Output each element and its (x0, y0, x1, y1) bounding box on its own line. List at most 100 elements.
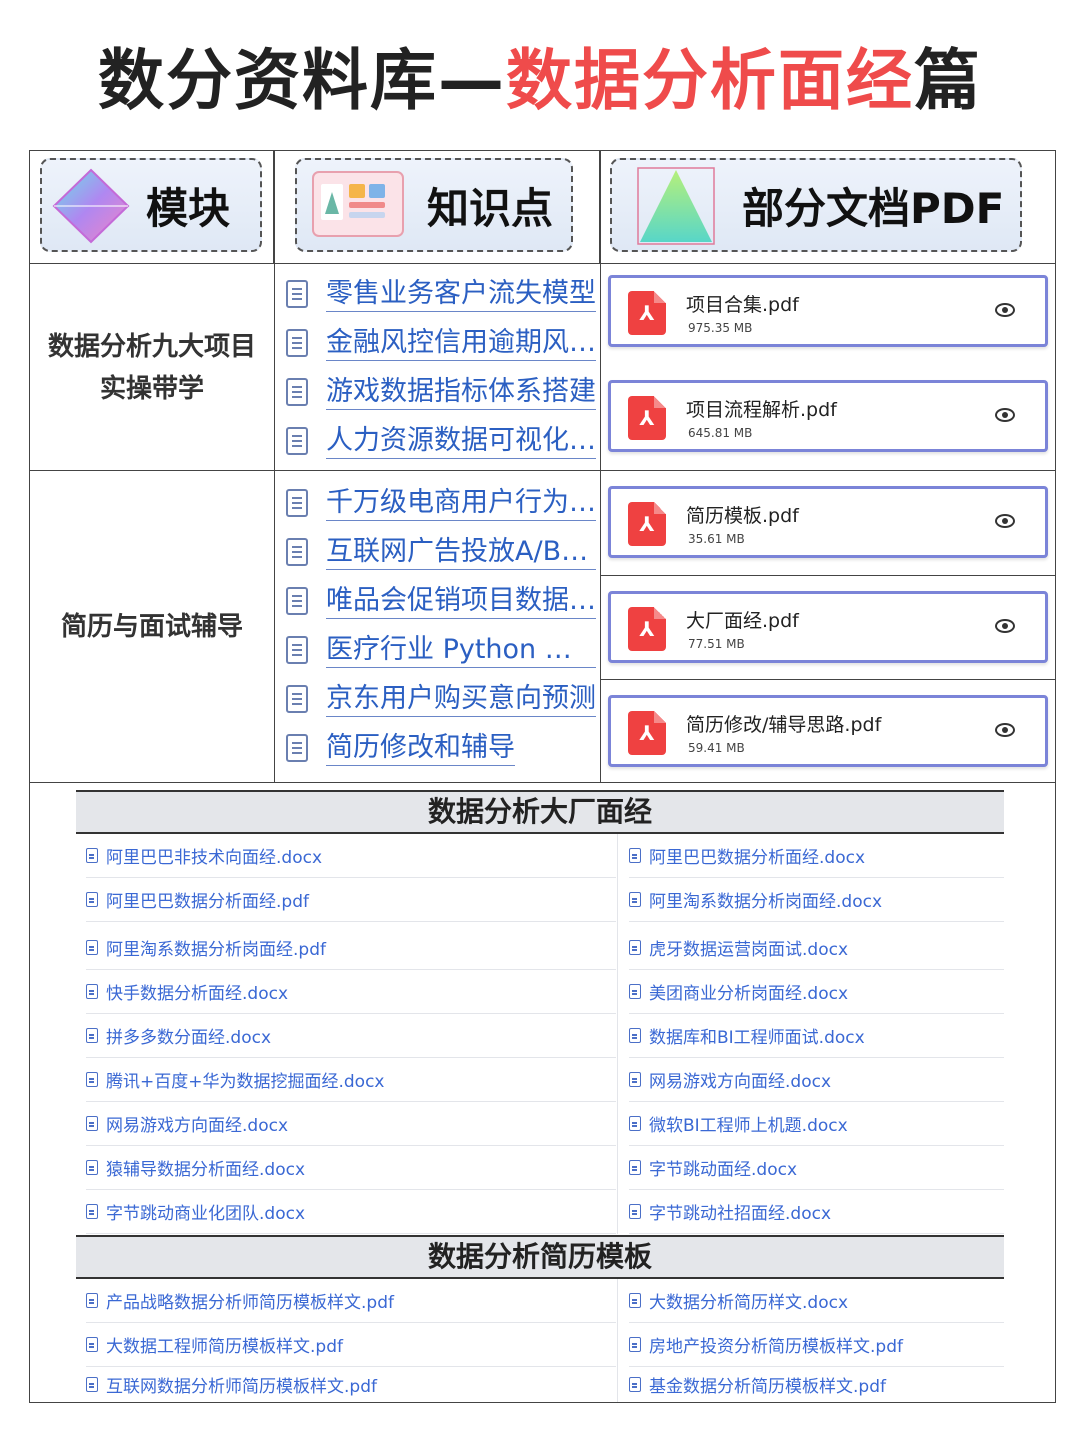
knowledge-link[interactable]: 游戏数据指标体系搭建 (286, 374, 598, 410)
knowledge-link[interactable]: 人力资源数据可视化分析 (286, 423, 598, 459)
eye-icon[interactable] (995, 514, 1015, 528)
pdf-size: 645.81 MB (688, 426, 753, 440)
file-link[interactable]: 基金数据分析简历模板样文.pdf (629, 1367, 1004, 1402)
knowledge-link[interactable]: 零售业务客户流失模型 (286, 276, 598, 312)
file-link[interactable]: 网易游戏方向面经.docx (629, 1058, 1004, 1102)
knowledge-link[interactable]: 千万级电商用户行为分析 (286, 485, 598, 521)
file-icon (86, 892, 98, 907)
file-icon (629, 1116, 641, 1131)
file-icon (629, 984, 641, 999)
file-link[interactable]: 阿里巴巴数据分析面经.docx (629, 834, 1004, 878)
module-label: 简历与面试辅导 (60, 612, 243, 642)
document-icon (286, 587, 308, 615)
file-name: 网易游戏方向面经.docx (649, 1072, 832, 1092)
pdf-icon: ⅄ (628, 502, 666, 546)
row-divider (29, 263, 1056, 264)
file-link[interactable]: 字节跳动面经.docx (629, 1146, 1004, 1190)
knowledge-link[interactable]: 唯品会促销项目数据分析 (286, 583, 598, 619)
file-link[interactable]: 大数据分析简历样文.docx (629, 1279, 1004, 1323)
pdf-divider (601, 575, 1055, 576)
file-link[interactable]: 美团商业分析岗面经.docx (629, 970, 1004, 1014)
module-label-line2: 实操带学 (99, 374, 204, 404)
document-icon (286, 734, 308, 762)
pdf-card[interactable]: ⅄ 大厂面经.pdf 77.51 MB (608, 591, 1048, 663)
file-link[interactable]: 虎牙数据运营岗面试.docx (629, 926, 1004, 970)
file-link[interactable]: 拼多多数分面经.docx (86, 1014, 616, 1058)
file-name: 阿里巴巴非技术向面经.docx (106, 848, 323, 868)
knowledge-link[interactable]: 医疗行业 Python 数据分析 (286, 632, 598, 668)
row-divider (29, 470, 1056, 471)
knowledge-link-text: 零售业务客户流失模型 (326, 277, 596, 312)
pdf-icon: ⅄ (628, 396, 666, 440)
pdf-card[interactable]: ⅄ 简历修改/辅导思路.pdf 59.41 MB (608, 695, 1048, 767)
header-label-pdf: 部分文档PDF (742, 183, 1005, 233)
file-link[interactable]: 字节跳动商业化团队.docx (86, 1190, 616, 1234)
file-link[interactable]: 房地产投资分析简历模板样文.pdf (629, 1323, 1004, 1367)
document-icon (286, 329, 308, 357)
header-box-module: 模块 (40, 158, 262, 252)
eye-icon[interactable] (995, 303, 1015, 317)
file-name: 字节跳动面经.docx (649, 1160, 798, 1180)
pdf-card[interactable]: ⅄ 简历模板.pdf 35.61 MB (608, 486, 1048, 558)
file-name: 大数据工程师简历模板样文.pdf (106, 1337, 343, 1357)
knowledge-link-text: 游戏数据指标体系搭建 (326, 375, 596, 410)
pdf-name: 大厂面经.pdf (686, 610, 799, 632)
file-name: 大数据分析简历样文.docx (649, 1293, 849, 1313)
pdf-card[interactable]: ⅄ 项目合集.pdf 975.35 MB (608, 275, 1048, 347)
knowledge-link[interactable]: 京东用户购买意向预测 (286, 681, 598, 717)
pdf-icon: ⅄ (628, 291, 666, 335)
eye-icon[interactable] (995, 408, 1015, 422)
file-name: 美团商业分析岗面经.docx (649, 984, 849, 1004)
file-column-divider (617, 1279, 618, 1402)
file-icon (86, 1204, 98, 1219)
file-link[interactable]: 微软BI工程师上机题.docx (629, 1102, 1004, 1146)
file-name: 虎牙数据运营岗面试.docx (649, 940, 849, 960)
file-link[interactable]: 阿里淘系数据分析岗面经.docx (629, 878, 1004, 922)
file-link[interactable]: 快手数据分析面经.docx (86, 970, 616, 1014)
file-name: 房地产投资分析简历模板样文.pdf (649, 1337, 903, 1357)
prism-icon (52, 168, 130, 244)
pdf-card[interactable]: ⅄ 项目流程解析.pdf 645.81 MB (608, 380, 1048, 452)
file-icon (86, 1160, 98, 1175)
knowledge-link-text: 医疗行业 Python 数据分析 (326, 633, 596, 668)
module-resume: 简历与面试辅导 (30, 606, 274, 648)
knowledge-link[interactable]: 互联网广告投放A/B测试 (286, 534, 598, 570)
file-link[interactable]: 阿里巴巴数据分析面经.pdf (86, 878, 616, 922)
knowledge-link-text: 金融风控信用逾期风险预测 (326, 326, 596, 361)
knowledge-link-text: 互联网广告投放A/B测试 (326, 535, 596, 570)
eye-icon[interactable] (995, 619, 1015, 633)
file-link[interactable]: 网易游戏方向面经.docx (86, 1102, 616, 1146)
header-cell-pdf: 部分文档PDF (600, 150, 1055, 264)
file-link[interactable]: 字节跳动社招面经.docx (629, 1190, 1004, 1234)
header-label-module: 模块 (146, 183, 231, 233)
file-link[interactable]: 大数据工程师简历模板样文.pdf (86, 1323, 616, 1367)
file-icon (86, 1072, 98, 1087)
document-icon (286, 685, 308, 713)
file-icon (86, 848, 98, 863)
knowledge-link-text: 京东用户购买意向预测 (326, 682, 596, 717)
knowledge-link[interactable]: 简历修改和辅导 (286, 730, 598, 766)
file-link[interactable]: 产品战略数据分析师简历模板样文.pdf (86, 1279, 616, 1323)
file-link[interactable]: 腾讯+百度+华为数据挖掘面经.docx (86, 1058, 616, 1102)
file-link[interactable]: 猿辅导数据分析面经.docx (86, 1146, 616, 1190)
document-icon (286, 636, 308, 664)
knowledge-link[interactable]: 金融风控信用逾期风险预测 (286, 325, 598, 361)
file-icon (86, 1293, 98, 1308)
eye-icon[interactable] (995, 723, 1015, 737)
pdf-name: 简历修改/辅导思路.pdf (686, 714, 882, 736)
file-name: 字节跳动社招面经.docx (649, 1204, 832, 1224)
file-icon (629, 1337, 641, 1352)
file-link[interactable]: 数据库和BI工程师面试.docx (629, 1014, 1004, 1058)
file-link[interactable]: 互联网数据分析师简历模板样文.pdf (86, 1367, 616, 1402)
knowledge-link-text: 唯品会促销项目数据分析 (326, 584, 596, 619)
header-label-knowledge: 知识点 (427, 183, 554, 233)
file-link[interactable]: 阿里巴巴非技术向面经.docx (86, 834, 616, 878)
header-cell-module: 模块 (30, 150, 274, 264)
file-name: 基金数据分析简历模板样文.pdf (649, 1377, 886, 1397)
file-name: 拼多多数分面经.docx (106, 1028, 272, 1048)
header-box-pdf: 部分文档PDF (610, 158, 1022, 252)
document-icon (286, 538, 308, 566)
file-name: 字节跳动商业化团队.docx (106, 1204, 306, 1224)
file-link[interactable]: 阿里淘系数据分析岗面经.pdf (86, 926, 616, 970)
title-part1: 数分资料库— (98, 42, 506, 119)
